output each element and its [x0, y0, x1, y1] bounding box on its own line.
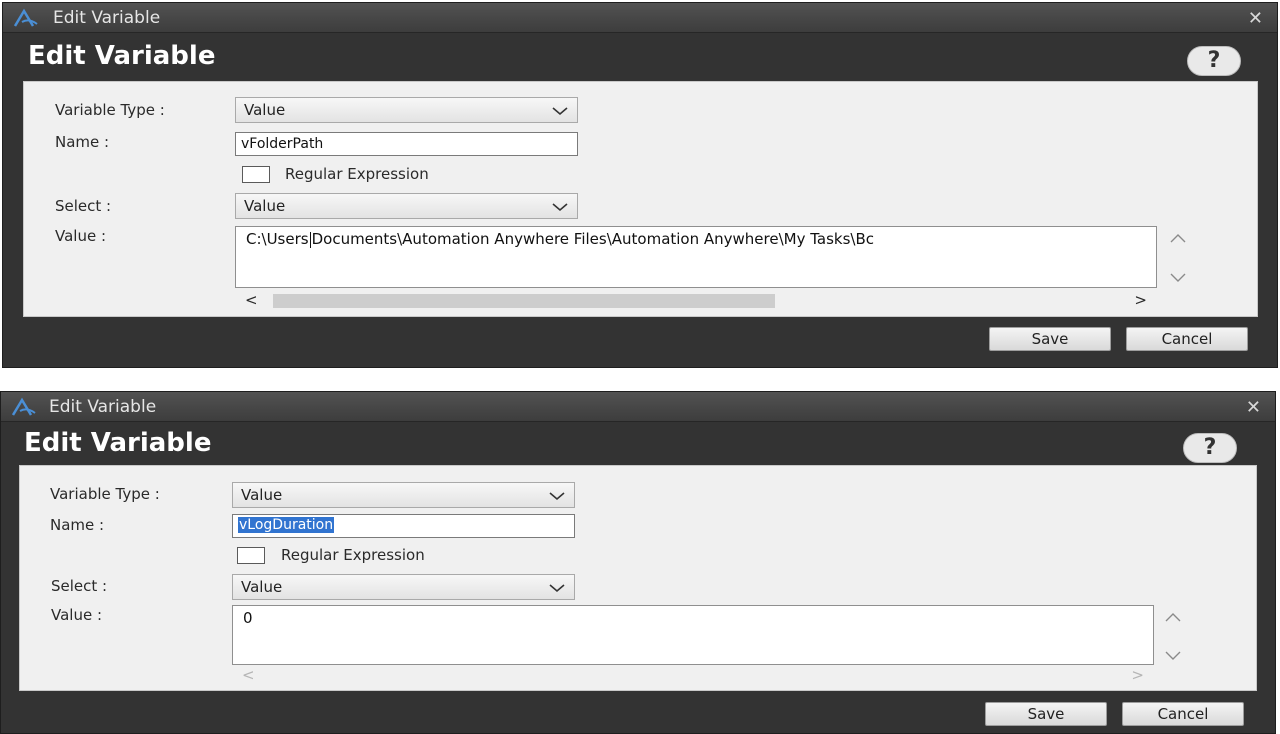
scrollbar-thumb[interactable] — [273, 294, 775, 308]
text-caret — [309, 231, 311, 248]
value-textarea[interactable]: 0 — [232, 605, 1154, 665]
selected-name-text: vLogDuration — [238, 517, 335, 533]
value-textarea[interactable]: C:\Users Documents\Automation Anywhere Fi… — [235, 226, 1157, 288]
form-panel: Variable Type : Value Name : Regular Exp… — [23, 81, 1258, 317]
window-title: Edit Variable — [53, 8, 161, 28]
save-button[interactable]: Save — [989, 327, 1111, 351]
select-value: Value — [241, 578, 283, 596]
close-icon[interactable]: ✕ — [1248, 8, 1263, 29]
arrow-left-icon[interactable]: < — [242, 666, 255, 684]
arrow-left-icon[interactable]: < — [245, 291, 258, 309]
save-button[interactable]: Save — [985, 702, 1107, 726]
form-panel: Variable Type : Value Name : vLogDuratio… — [19, 465, 1257, 691]
select-dropdown[interactable]: Value — [235, 193, 578, 219]
regular-expression-label: Regular Expression — [281, 546, 425, 564]
edit-variable-dialog-2: Edit Variable ✕ Edit Variable ? Variable… — [0, 391, 1276, 734]
value-text-start: C:\Users — [246, 230, 309, 248]
help-button[interactable]: ? — [1187, 46, 1241, 76]
select-dropdown[interactable]: Value — [232, 574, 575, 600]
regular-expression-label: Regular Expression — [285, 165, 429, 183]
variable-type-value: Value — [244, 101, 286, 119]
select-value: Value — [244, 197, 286, 215]
variable-type-label: Variable Type : — [50, 485, 160, 503]
value-text: 0 — [243, 609, 253, 627]
cancel-button[interactable]: Cancel — [1126, 327, 1248, 351]
title-bar[interactable]: Edit Variable ✕ — [1, 392, 1275, 422]
value-label: Value : — [51, 606, 103, 624]
chevron-up-icon[interactable] — [1164, 611, 1182, 623]
chevron-down-icon — [549, 584, 565, 593]
value-text-end: Documents\Automation Anywhere Files\Auto… — [311, 230, 875, 248]
title-bar[interactable]: Edit Variable ✕ — [3, 3, 1277, 33]
window-title: Edit Variable — [49, 397, 157, 417]
name-input[interactable]: vLogDuration — [232, 514, 575, 538]
chevron-down-icon[interactable] — [1169, 272, 1187, 284]
select-label: Select : — [55, 197, 112, 215]
regular-expression-checkbox[interactable] — [237, 547, 265, 564]
variable-type-dropdown[interactable]: Value — [232, 482, 575, 508]
chevron-down-icon — [549, 492, 565, 501]
select-label: Select : — [51, 577, 108, 595]
cancel-button[interactable]: Cancel — [1122, 702, 1244, 726]
variable-type-label: Variable Type : — [55, 101, 165, 119]
variable-type-value: Value — [241, 486, 283, 504]
chevron-down-icon[interactable] — [1164, 650, 1182, 662]
chevron-up-icon[interactable] — [1169, 232, 1187, 244]
chevron-down-icon — [552, 107, 568, 116]
automation-anywhere-logo-icon — [11, 397, 36, 416]
chevron-down-icon — [552, 203, 568, 212]
horizontal-scrollbar[interactable]: < > — [242, 666, 1144, 684]
name-label: Name : — [50, 516, 105, 534]
value-label: Value : — [55, 227, 107, 245]
name-label: Name : — [55, 133, 110, 151]
name-input[interactable] — [235, 132, 578, 156]
arrow-right-icon[interactable]: > — [1131, 666, 1144, 684]
automation-anywhere-logo-icon — [13, 8, 38, 27]
regular-expression-checkbox[interactable] — [242, 166, 270, 183]
help-button[interactable]: ? — [1183, 433, 1237, 463]
horizontal-scrollbar[interactable]: < > — [245, 291, 1147, 309]
edit-variable-dialog-1: Edit Variable ✕ Edit Variable ? Variable… — [2, 2, 1278, 368]
dialog-heading: Edit Variable — [28, 41, 216, 71]
variable-type-dropdown[interactable]: Value — [235, 97, 578, 123]
arrow-right-icon[interactable]: > — [1134, 291, 1147, 309]
dialog-heading: Edit Variable — [24, 428, 212, 458]
close-icon[interactable]: ✕ — [1246, 397, 1261, 418]
